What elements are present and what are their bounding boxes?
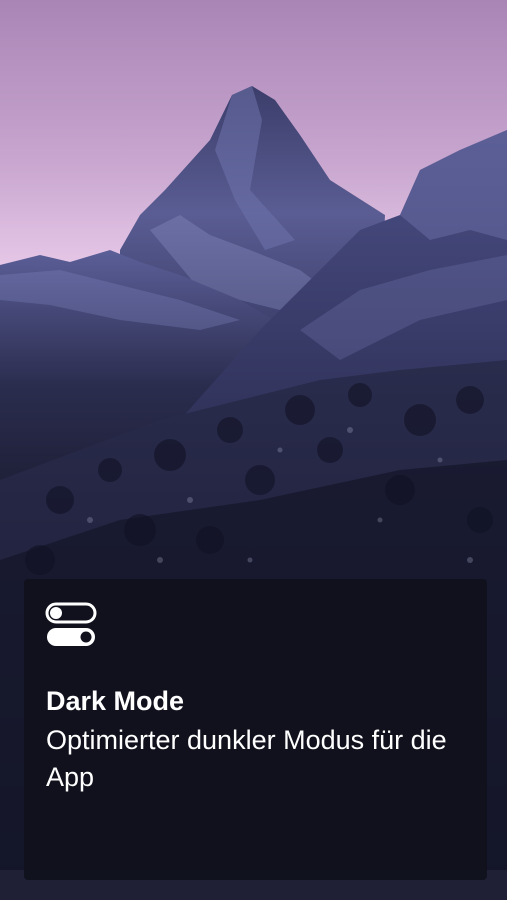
toggle-switches-icon bbox=[45, 602, 97, 646]
feature-title: Dark Mode bbox=[46, 686, 185, 716]
feature-description: Optimierter dunkler Modus für die App bbox=[46, 725, 447, 792]
feature-card: Dark Mode Optimierter dunkler Modus für … bbox=[24, 579, 487, 880]
